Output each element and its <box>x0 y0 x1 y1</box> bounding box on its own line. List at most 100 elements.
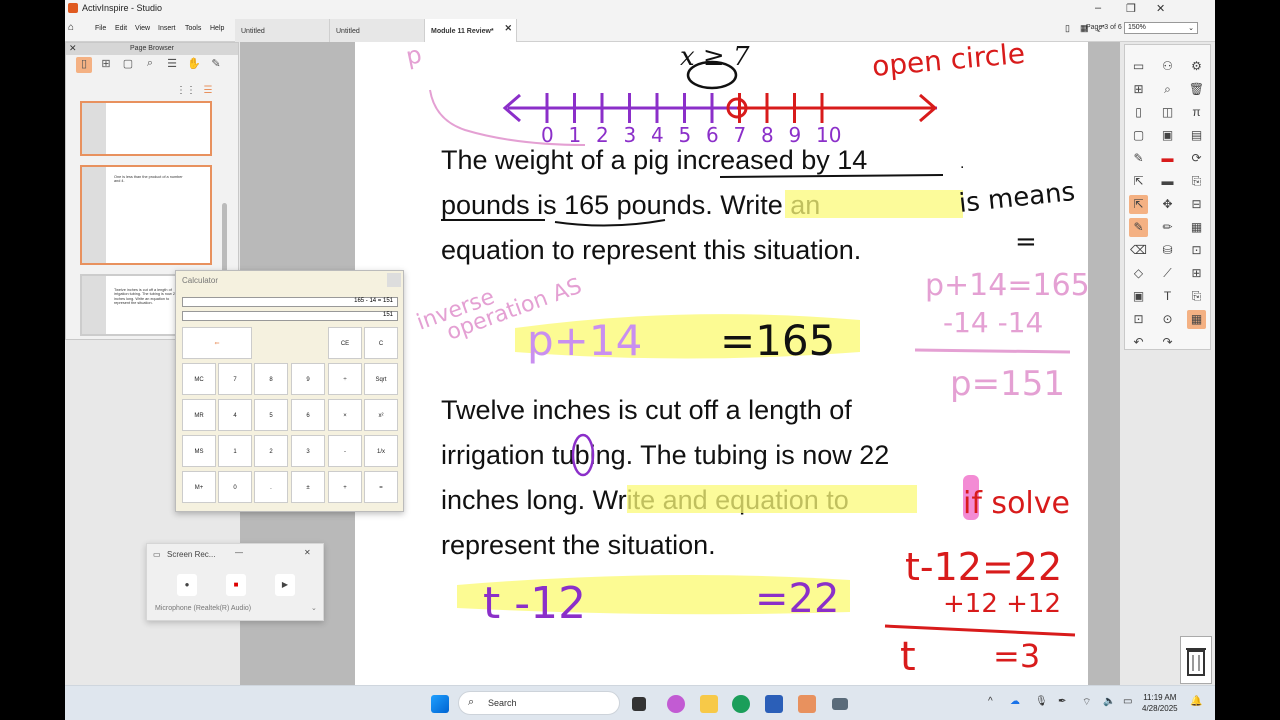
lasso-icon[interactable]: ⊡ <box>1129 310 1148 329</box>
calc-key[interactable]: MC <box>182 363 216 395</box>
undo-icon[interactable]: ↶ <box>1129 333 1148 352</box>
calc-key[interactable]: MS <box>182 435 216 467</box>
connector-icon[interactable]: ⟋ <box>1158 264 1177 283</box>
profile-icon[interactable]: ⚇ <box>1158 57 1177 76</box>
red-pen-icon[interactable]: ▬ <box>1158 149 1177 168</box>
page-icon[interactable]: ▯ <box>1065 23 1070 34</box>
pen-swatch-icon[interactable]: ✎ <box>1129 149 1148 168</box>
close-icon[interactable]: ✕ <box>69 43 77 54</box>
record-button[interactable]: ● <box>177 574 197 596</box>
close-icon[interactable]: ✕ <box>304 548 311 557</box>
action-browser-icon[interactable]: ✋ <box>186 57 202 73</box>
move-icon[interactable]: ✥ <box>1158 195 1177 214</box>
image-icon[interactable]: ▣ <box>1129 287 1148 306</box>
backspace-button[interactable]: ⇐ <box>182 327 252 359</box>
tab-untitled-2[interactable]: Untitled <box>330 19 425 42</box>
menu-insert[interactable]: Insert <box>158 25 176 32</box>
taskbar-search[interactable]: ⌕ Search <box>458 691 620 715</box>
ce-button[interactable]: CE <box>328 327 362 359</box>
shape-icon[interactable]: ◇ <box>1129 264 1148 283</box>
word-icon[interactable] <box>765 695 783 713</box>
file-explorer-icon[interactable] <box>700 695 718 713</box>
menu-icon[interactable]: ▭ <box>1129 57 1148 76</box>
spotlight-icon[interactable]: ⊙ <box>1158 310 1177 329</box>
wifi-icon[interactable]: ⌔ <box>1082 696 1091 709</box>
list-view-icon[interactable]: ☰ <box>200 85 216 101</box>
calc-key[interactable]: 5 <box>254 399 288 431</box>
menu-tools[interactable]: Tools <box>185 25 201 32</box>
calc-key[interactable]: - <box>328 435 362 467</box>
play-button[interactable]: ▶ <box>275 574 295 596</box>
pen-icon[interactable]: ✎ <box>1129 218 1148 237</box>
edge-icon[interactable] <box>732 695 750 713</box>
task-view-icon[interactable] <box>632 697 646 711</box>
maximize-button[interactable]: ❐ <box>1126 2 1136 15</box>
settings-icon[interactable]: ⚙ <box>1187 57 1206 76</box>
menu-help[interactable]: Help <box>210 25 224 32</box>
chevron-up-icon[interactable]: ^ <box>988 696 993 707</box>
rotate-icon[interactable]: ⟳ <box>1187 149 1206 168</box>
browsers-icon[interactable]: ⊞ <box>1129 80 1148 99</box>
stop-button[interactable]: ■ <box>226 574 246 596</box>
menu-file[interactable]: File <box>95 25 106 32</box>
calc-key[interactable]: 2 <box>254 435 288 467</box>
calc-key[interactable]: . <box>254 471 288 503</box>
property-browser-icon[interactable]: ☰ <box>164 57 180 73</box>
calculator-close-button[interactable] <box>387 273 401 287</box>
start-button[interactable] <box>431 695 449 713</box>
object-browser-icon[interactable]: ▢ <box>120 57 136 73</box>
onedrive-icon[interactable]: ☁ <box>1010 696 1020 707</box>
page-thumbnail-3[interactable]: One is less than the product of a number… <box>80 165 212 265</box>
calc-key[interactable]: + <box>328 471 362 503</box>
camera-app-icon[interactable] <box>832 698 848 710</box>
calc-key[interactable]: 3 <box>291 435 325 467</box>
highlighter-icon[interactable]: ✏ <box>1158 218 1177 237</box>
tray-icon[interactable]: ⊟ <box>1187 195 1206 214</box>
table-icon[interactable]: ▦ <box>1187 218 1206 237</box>
microphone-icon[interactable]: 🎙 <box>1035 696 1048 707</box>
calc-key[interactable]: ÷ <box>328 363 362 395</box>
screen-icon[interactable]: ⊡ <box>1187 241 1206 260</box>
clipboard-icon[interactable]: ⎘ <box>1187 287 1206 306</box>
note-icon[interactable]: ◫ <box>1158 103 1177 122</box>
close-tab-icon[interactable]: ✕ <box>504 23 512 34</box>
calc-key[interactable]: 8 <box>254 363 288 395</box>
minimize-icon[interactable]: — <box>235 548 243 557</box>
math-icon[interactable]: π <box>1187 103 1206 122</box>
calc-key[interactable]: 6 <box>291 399 325 431</box>
calc-key[interactable]: MR <box>182 399 216 431</box>
resource-browser-icon[interactable]: ⊞ <box>98 57 114 73</box>
tab-module-11-review[interactable]: Module 11 Review* ✕ <box>425 19 517 42</box>
clip-icon[interactable]: ▤ <box>1187 126 1206 145</box>
text-icon[interactable]: T <box>1158 287 1177 306</box>
select-swatch-icon[interactable]: ⇱ <box>1129 172 1148 191</box>
page-browser-icon[interactable]: ▯ <box>76 57 92 73</box>
paste-icon[interactable]: ▣ <box>1158 126 1177 145</box>
black-pen-icon[interactable]: ▬ <box>1158 172 1177 191</box>
grid-view-icon[interactable]: ⋮⋮ <box>176 85 196 101</box>
calc-key[interactable]: 7 <box>218 363 252 395</box>
camera-icon[interactable]: ⎘ <box>1187 172 1206 191</box>
page-icon[interactable]: ▯ <box>1129 103 1148 122</box>
eraser-icon[interactable]: ⌫ <box>1129 241 1148 260</box>
calc-key[interactable]: x² <box>364 399 398 431</box>
calc-key[interactable]: 1/x <box>364 435 398 467</box>
microphone-select[interactable]: Microphone (Realtek(R) Audio) <box>155 605 251 612</box>
delete-icon[interactable]: 🗑 <box>1187 80 1206 99</box>
calc-key[interactable]: 9 <box>291 363 325 395</box>
magnify-icon[interactable]: ⌕ <box>1158 80 1177 99</box>
calc-key[interactable]: = <box>364 471 398 503</box>
menu-edit[interactable]: Edit <box>115 25 127 32</box>
copy-icon[interactable]: ▢ <box>1129 126 1148 145</box>
redo-icon[interactable]: ↷ <box>1158 333 1177 352</box>
calculator-icon[interactable]: ▦ <box>1187 310 1206 329</box>
calc-key[interactable]: 4 <box>218 399 252 431</box>
pen-icon[interactable]: ✒ <box>1058 696 1066 707</box>
activinspire-taskbar-icon[interactable] <box>798 695 816 713</box>
flipchart-page[interactable]: The weight of a pig increased by 14 poun… <box>355 42 1088 685</box>
minimize-button[interactable]: – <box>1095 2 1101 14</box>
close-button[interactable]: ✕ <box>1156 2 1165 15</box>
page-thumbnail-2[interactable] <box>80 101 212 156</box>
clock[interactable]: 11:19 AM 4/28/2025 <box>1142 692 1178 714</box>
save-icon[interactable]: ⊞ <box>1187 264 1206 283</box>
